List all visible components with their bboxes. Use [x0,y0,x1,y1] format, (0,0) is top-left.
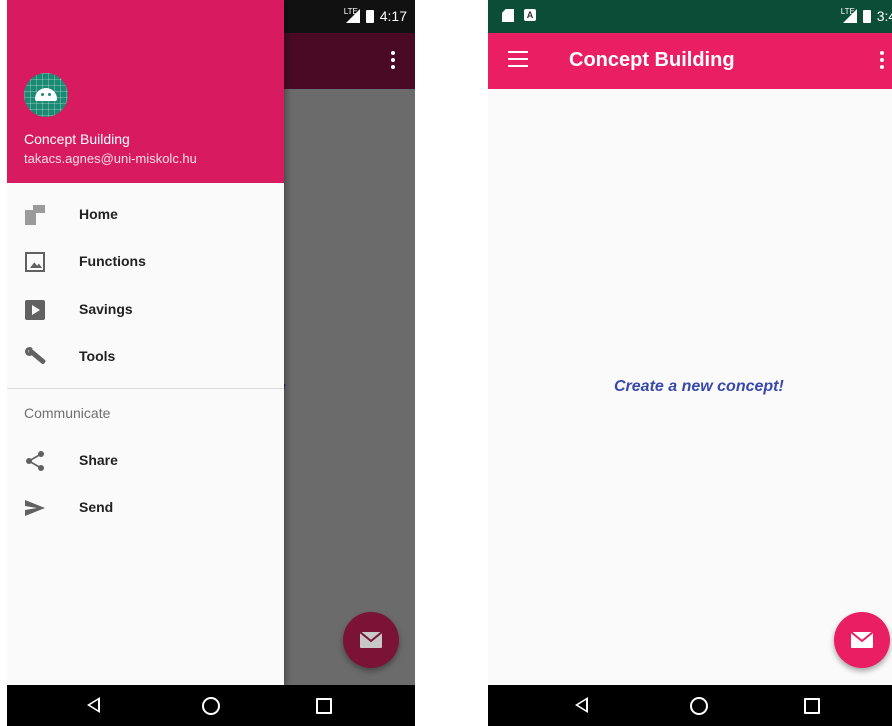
share-icon [26,451,44,471]
drawer-header: Concept Building takacs.agnes@uni-miskol… [7,0,284,183]
status-bar: A LTE 3:49 [488,0,892,33]
create-concept-text: Create a new concept! [614,378,784,395]
wrench-icon [25,347,45,367]
home-icon [25,205,45,225]
drawer-section-title: Communicate [24,405,111,421]
system-nav-bar [7,685,415,726]
drawer-item-tools[interactable]: Tools [7,333,284,380]
home-button-icon[interactable] [202,697,220,715]
drawer-item-label: Home [79,206,118,222]
system-nav-bar [488,685,892,726]
drawer-item-label: Send [79,499,114,515]
drawer-divider [7,388,284,389]
video-library-icon [25,300,45,320]
drawer-user-email: takacs.agnes@uni-miskolc.hu [24,151,197,166]
recent-apps-icon[interactable] [316,698,332,714]
signal-icon: LTE [344,7,360,23]
recent-apps-icon[interactable] [804,698,820,714]
hamburger-menu-icon[interactable] [508,51,528,67]
image-icon [25,252,45,272]
drawer-item-send[interactable]: Send [7,484,284,531]
status-time: 3:49 [876,8,892,24]
overflow-menu-icon[interactable] [880,51,884,72]
drawer-item-functions[interactable]: Functions [7,238,284,285]
notification-a-icon: A [524,9,536,21]
drawer-item-home[interactable]: Home [7,191,284,238]
toolbar-title: Concept Building [569,49,735,71]
drawer-item-label: Tools [79,348,116,364]
email-fab[interactable] [834,612,890,668]
battery-icon [862,9,871,23]
back-icon[interactable] [87,697,100,713]
mail-icon [851,632,873,648]
sd-card-icon [502,9,514,22]
app-toolbar: Concept Building [488,33,892,89]
drawer-item-label: Savings [79,301,133,317]
status-time: 4:17 [379,8,407,24]
mail-icon [360,632,382,648]
phone-main-screen: A LTE 3:49 Concept Building Create a new… [488,0,892,726]
drawer-item-label: Functions [79,253,146,269]
drawer-user-name: Concept Building [24,131,130,147]
email-fab[interactable] [343,612,399,668]
send-icon [25,500,45,516]
navigation-drawer: Concept Building takacs.agnes@uni-miskol… [7,0,284,685]
drawer-item-share[interactable]: Share [7,437,284,484]
signal-icon: LTE [841,7,857,23]
overflow-menu-icon[interactable] [391,51,395,72]
back-icon[interactable] [575,697,588,713]
drawer-item-savings[interactable]: Savings [7,286,284,333]
battery-icon [365,9,374,23]
drawer-item-label: Share [79,452,118,468]
phone-drawer-open: A LTE 4:17 t! Concept Building takacs.ag… [7,0,415,726]
home-button-icon[interactable] [690,697,708,715]
android-avatar-icon [24,73,68,117]
